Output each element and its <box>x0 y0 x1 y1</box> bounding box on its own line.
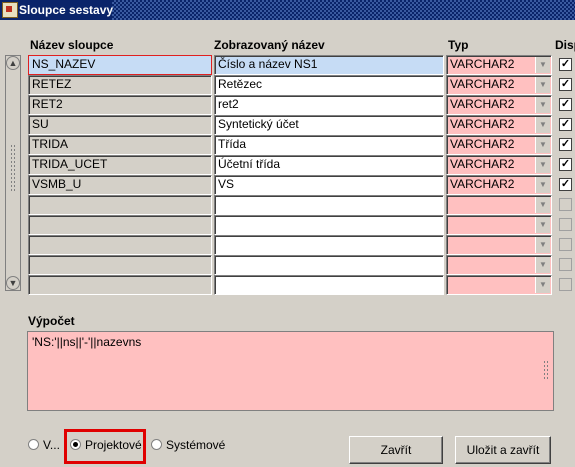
type-select[interactable]: VARCHAR2 ▼ <box>446 75 552 95</box>
header-column-name: Název sloupce <box>30 38 114 52</box>
chevron-down-icon[interactable]: ▼ <box>535 257 550 273</box>
chevron-down-icon[interactable]: ▼ <box>535 237 550 253</box>
type-value: VARCHAR2 <box>450 137 515 151</box>
display-checkbox[interactable] <box>559 198 572 211</box>
header-type: Typ <box>448 38 469 52</box>
display-checkbox[interactable] <box>559 278 572 291</box>
display-name-field[interactable]: Číslo a název NS1 <box>214 55 444 75</box>
column-name-field[interactable] <box>28 215 212 235</box>
rows-scrollbar[interactable]: ▲ ▼ <box>5 55 21 291</box>
type-select[interactable]: ▼ <box>446 235 552 255</box>
display-name-field[interactable]: Třída <box>214 135 444 155</box>
type-value: VARCHAR2 <box>450 117 515 131</box>
calc-field[interactable]: 'NS:'||ns||'-'||nazevns <box>27 331 554 411</box>
chevron-down-icon[interactable]: ▼ <box>535 97 550 113</box>
type-select[interactable]: VARCHAR2 ▼ <box>446 95 552 115</box>
type-select[interactable]: VARCHAR2 ▼ <box>446 175 552 195</box>
type-value: VARCHAR2 <box>450 77 515 91</box>
display-checkbox[interactable] <box>559 218 572 231</box>
display-name-field[interactable]: Účetní třída <box>214 155 444 175</box>
display-checkbox[interactable] <box>559 258 572 271</box>
chevron-down-icon[interactable]: ▼ <box>535 177 550 193</box>
scroll-down-icon[interactable]: ▼ <box>6 276 20 290</box>
calc-scroll-grip-icon[interactable] <box>543 360 549 380</box>
type-select[interactable]: VARCHAR2 ▼ <box>446 155 552 175</box>
display-checkbox[interactable]: ✓ <box>559 158 572 171</box>
display-name-field[interactable]: Syntetický účet <box>214 115 444 135</box>
display-checkbox[interactable]: ✓ <box>559 178 572 191</box>
display-name-field[interactable] <box>214 235 444 255</box>
calc-label: Výpočet <box>28 314 75 328</box>
display-checkbox[interactable]: ✓ <box>559 138 572 151</box>
display-checkbox[interactable] <box>559 238 572 251</box>
highlight-box <box>64 429 146 464</box>
display-name-field[interactable] <box>214 195 444 215</box>
column-name-field[interactable] <box>28 195 212 215</box>
radio-label: V... <box>43 438 60 452</box>
type-select[interactable]: ▼ <box>446 275 552 295</box>
type-value: VARCHAR2 <box>450 177 515 191</box>
chevron-down-icon[interactable]: ▼ <box>535 197 550 213</box>
radio-icon[interactable] <box>151 439 162 450</box>
chevron-down-icon[interactable]: ▼ <box>535 157 550 173</box>
column-name-field[interactable]: RET2 <box>28 95 212 115</box>
column-name-field[interactable] <box>28 255 212 275</box>
window-icon <box>2 2 18 18</box>
column-name-field[interactable]: TRIDA_UCET <box>28 155 212 175</box>
type-select[interactable]: VARCHAR2 ▼ <box>446 55 552 75</box>
radio-label: Systémové <box>166 438 226 452</box>
header-display-name: Zobrazovaný název <box>214 38 325 52</box>
type-select[interactable]: VARCHAR2 ▼ <box>446 115 552 135</box>
display-name-field[interactable] <box>214 275 444 295</box>
type-value: VARCHAR2 <box>450 97 515 111</box>
type-select[interactable]: ▼ <box>446 195 552 215</box>
column-name-field[interactable]: NS_NAZEV <box>28 55 212 75</box>
display-checkbox[interactable]: ✓ <box>559 118 572 131</box>
display-name-field[interactable]: ret2 <box>214 95 444 115</box>
display-checkbox[interactable]: ✓ <box>559 98 572 111</box>
type-select[interactable]: VARCHAR2 ▼ <box>446 135 552 155</box>
column-name-field[interactable]: VSMB_U <box>28 175 212 195</box>
display-checkbox[interactable]: ✓ <box>559 58 572 71</box>
chevron-down-icon[interactable]: ▼ <box>535 77 550 93</box>
chevron-down-icon[interactable]: ▼ <box>535 217 550 233</box>
save-close-button[interactable]: Uložit a zavřít <box>455 436 551 464</box>
column-name-field[interactable] <box>28 275 212 295</box>
display-name-field[interactable] <box>214 215 444 235</box>
chevron-down-icon[interactable]: ▼ <box>535 57 550 73</box>
chevron-down-icon[interactable]: ▼ <box>535 117 550 133</box>
column-name-field[interactable]: SU <box>28 115 212 135</box>
radio-icon[interactable] <box>28 439 39 450</box>
calc-value: 'NS:'||ns||'-'||nazevns <box>32 335 142 349</box>
column-name-field[interactable]: RETEZ <box>28 75 212 95</box>
window-title: Sloupce sestavy <box>19 3 114 17</box>
display-name-field[interactable]: Retězec <box>214 75 444 95</box>
chevron-down-icon[interactable]: ▼ <box>535 277 550 293</box>
scroll-up-icon[interactable]: ▲ <box>6 56 20 70</box>
type-select[interactable]: ▼ <box>446 255 552 275</box>
display-name-field[interactable] <box>214 255 444 275</box>
display-name-field[interactable]: VS <box>214 175 444 195</box>
column-name-field[interactable]: TRIDA <box>28 135 212 155</box>
scroll-grip-icon[interactable] <box>10 144 16 192</box>
chevron-down-icon[interactable]: ▼ <box>535 137 550 153</box>
type-select[interactable]: ▼ <box>446 215 552 235</box>
type-value: VARCHAR2 <box>450 157 515 171</box>
column-name-field[interactable] <box>28 235 212 255</box>
header-display: Disp <box>555 38 575 52</box>
type-value: VARCHAR2 <box>450 57 515 71</box>
close-button[interactable]: Zavřít <box>349 436 443 464</box>
title-bar[interactable]: Sloupce sestavy <box>0 0 575 20</box>
display-checkbox[interactable]: ✓ <box>559 78 572 91</box>
